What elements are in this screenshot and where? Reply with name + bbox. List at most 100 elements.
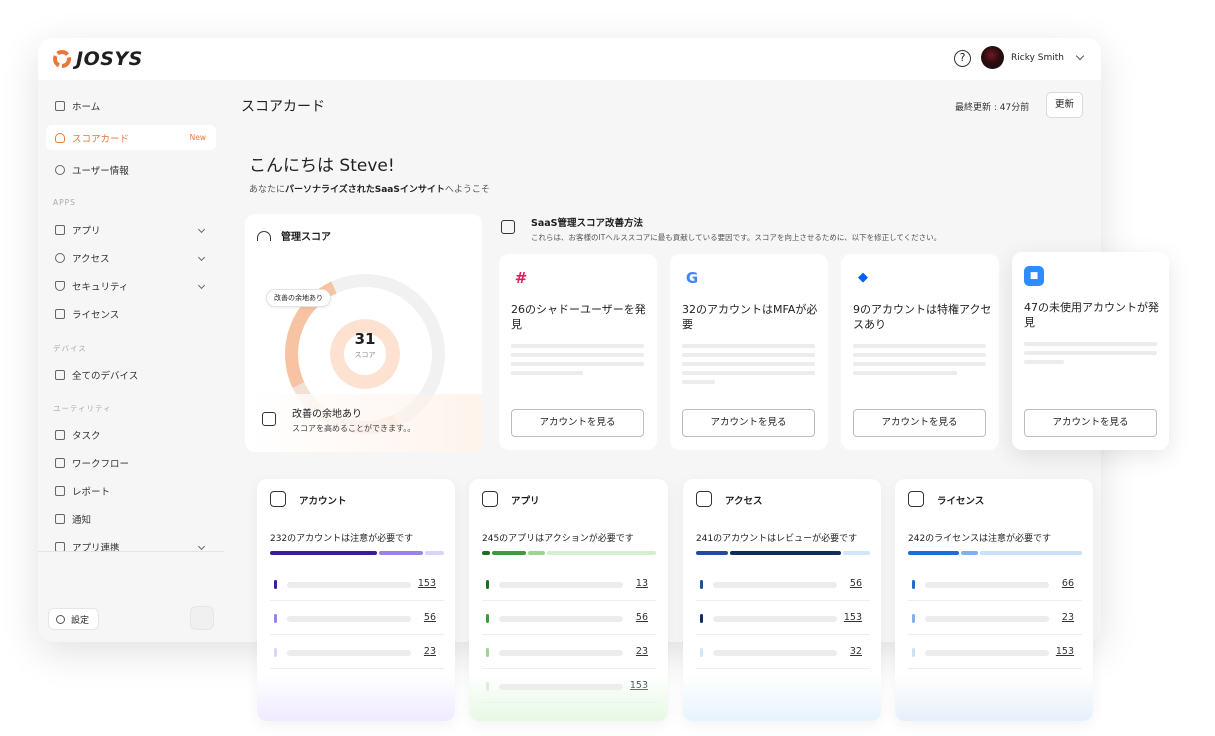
row-count-link[interactable]: 23 xyxy=(424,646,436,657)
sidebar-item-label: 通知 xyxy=(72,514,92,526)
category-row[interactable]: 56 xyxy=(696,567,870,601)
sidebar-item-all-devices[interactable]: 全てのデバイス xyxy=(46,362,216,387)
app-card-google: G 32のアカウントはMFAが必要 アカウントを見る xyxy=(670,254,828,450)
app-card-title: 32のアカウントはMFAが必要 xyxy=(682,303,818,331)
license-icon xyxy=(908,491,924,507)
placeholder-line xyxy=(287,650,411,656)
bar-segment xyxy=(270,551,378,555)
sidebar-item-label: ワークフロー xyxy=(72,458,130,470)
category-row[interactable]: 23 xyxy=(908,601,1082,635)
bar-segment xyxy=(482,551,491,555)
task-icon xyxy=(55,429,65,440)
row-count-link[interactable]: 23 xyxy=(636,646,648,657)
category-row[interactable]: 23 xyxy=(270,635,444,669)
placeholder-line xyxy=(853,371,957,375)
view-accounts-button[interactable]: アカウントを見る xyxy=(682,409,815,437)
chevron-down-icon xyxy=(197,225,206,234)
sidebar-item-label: タスク xyxy=(72,430,101,442)
logo[interactable]: JOSYS xyxy=(52,48,143,70)
placeholder-line xyxy=(682,362,815,366)
logo-text: JOSYS xyxy=(76,48,143,70)
category-row[interactable]: 56 xyxy=(482,601,656,635)
sidebar-item-notifications[interactable]: 通知 xyxy=(46,506,216,531)
sidebar-item-label: アクセス xyxy=(72,253,110,265)
row-count-link[interactable]: 23 xyxy=(1062,612,1074,623)
grid-icon xyxy=(55,224,65,235)
chart-icon xyxy=(262,412,276,426)
app-card-title: 9のアカウントは特権アクセスあり xyxy=(853,303,992,331)
placeholder-line xyxy=(287,582,411,588)
card-fade xyxy=(469,675,668,721)
placeholder-line xyxy=(713,616,837,622)
placeholder-line xyxy=(511,362,644,366)
category-row[interactable]: 32 xyxy=(696,635,870,669)
row-count-link[interactable]: 56 xyxy=(850,578,862,589)
row-count-link[interactable]: 56 xyxy=(636,612,648,623)
sidebar-item-user-info[interactable]: ユーザー情報 xyxy=(46,157,216,182)
app-card-title: 26のシャドーユーザーを発見 xyxy=(511,303,646,331)
placeholder-line xyxy=(853,353,986,357)
severity-marker xyxy=(486,580,489,589)
row-count-link[interactable]: 32 xyxy=(850,646,862,657)
license-icon xyxy=(55,308,65,319)
welcome-highlight: パーソナライズされたSaaSインサイト xyxy=(285,185,445,195)
view-accounts-button[interactable]: アカウントを見る xyxy=(853,409,986,437)
bar-segment xyxy=(730,551,841,555)
sidebar-item-workflow[interactable]: ワークフロー xyxy=(46,450,216,475)
placeholder-line xyxy=(925,616,1049,622)
category-row[interactable]: 23 xyxy=(482,635,656,669)
gauge-icon xyxy=(257,230,271,241)
sidebar-item-label: アプリ xyxy=(72,225,101,237)
sidebar-item-app-integrations[interactable]: アプリ連携 xyxy=(46,534,216,559)
row-count-link[interactable]: 153 xyxy=(418,578,436,589)
category-breakdown-bar xyxy=(482,551,656,555)
chevron-down-icon xyxy=(1075,51,1085,61)
sidebar-item-tasks[interactable]: タスク xyxy=(46,422,216,447)
welcome-prefix: あなたに xyxy=(249,185,286,195)
bar-segment xyxy=(492,551,526,555)
category-row[interactable]: 153 xyxy=(696,601,870,635)
sidebar-item-reports[interactable]: レポート xyxy=(46,478,216,503)
sidebar-item-scorecard[interactable]: スコアカード New xyxy=(46,125,216,150)
user-menu[interactable]: Ricky Smith xyxy=(981,46,1085,69)
shield-icon xyxy=(55,280,65,291)
row-count-link[interactable]: 153 xyxy=(844,612,862,623)
row-count-link[interactable]: 56 xyxy=(424,612,436,623)
sidebar-item-apps[interactable]: アプリ xyxy=(46,217,216,242)
placeholder-line xyxy=(925,650,1049,656)
sidebar-item-access[interactable]: アクセス xyxy=(46,245,216,270)
sidebar-item-home[interactable]: ホーム xyxy=(46,93,216,118)
settings-button[interactable]: 設定 xyxy=(48,608,99,630)
refresh-button[interactable]: 更新 xyxy=(1046,92,1083,118)
section-devices: デバイス xyxy=(53,344,87,353)
severity-marker xyxy=(700,580,703,589)
row-count-link[interactable]: 66 xyxy=(1062,578,1074,589)
view-accounts-button[interactable]: アカウントを見る xyxy=(511,409,644,437)
category-title: アクセス xyxy=(725,496,763,507)
app-card-zoom: ■ 47の未使用アカウントが発見 アカウントを見る xyxy=(1012,252,1169,450)
chat-icon xyxy=(55,513,65,524)
severity-marker xyxy=(700,614,703,623)
app-card-title: 47の未使用アカウントが発見 xyxy=(1024,301,1159,329)
help-icon[interactable]: ? xyxy=(954,50,971,67)
sidebar-item-label: スコアカード xyxy=(72,133,130,145)
category-row[interactable]: 13 xyxy=(482,567,656,601)
sidebar: ホーム スコアカード New ユーザー情報 APPS アプリ アクセス セキュリ… xyxy=(38,80,224,642)
placeholder-line xyxy=(499,582,623,588)
row-count-link[interactable]: 13 xyxy=(636,578,648,589)
sidebar-item-license[interactable]: ライセンス xyxy=(46,301,216,326)
bar-segment xyxy=(980,551,1082,555)
sidebar-item-label: レポート xyxy=(72,486,111,498)
sidebar-item-security[interactable]: セキュリティ xyxy=(46,273,216,298)
category-row[interactable]: 153 xyxy=(908,635,1082,669)
category-row[interactable]: 153 xyxy=(270,567,444,601)
view-accounts-button[interactable]: アカウントを見る xyxy=(1024,409,1157,437)
score-card-header: 管理スコア xyxy=(257,228,331,243)
row-count-link[interactable]: 153 xyxy=(1056,646,1074,657)
placeholder-line xyxy=(1024,360,1064,364)
category-row[interactable]: 56 xyxy=(270,601,444,635)
category-row[interactable]: 66 xyxy=(908,567,1082,601)
link-icon xyxy=(55,541,65,552)
sidebar-collapse-button[interactable] xyxy=(190,606,214,630)
bar-segment xyxy=(908,551,959,555)
